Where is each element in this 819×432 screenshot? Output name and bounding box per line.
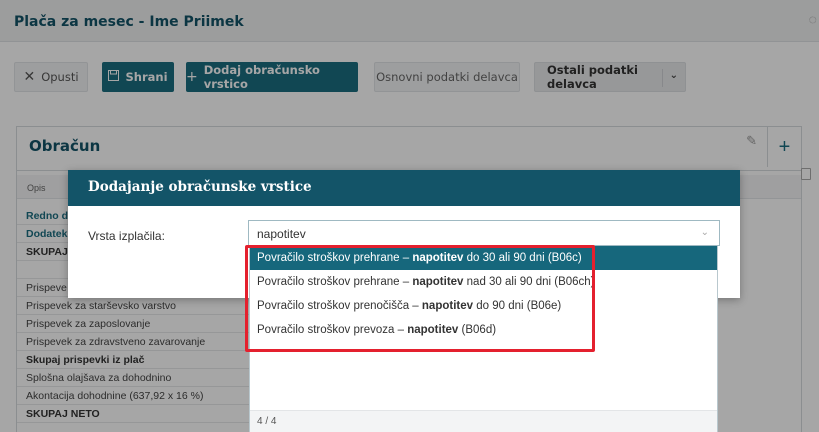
- dialog-header: Dodajanje obračunske vrstice: [68, 170, 740, 206]
- payment-type-input[interactable]: napotitev: [257, 227, 306, 241]
- payment-type-label: Vrsta izplačila:: [88, 229, 165, 243]
- payment-type-select[interactable]: napotitev ⌄: [248, 220, 720, 246]
- dialog-title: Dodajanje obračunske vrstice: [88, 179, 312, 195]
- result-count: 4 / 4: [250, 410, 717, 432]
- chevron-down-icon[interactable]: ⌄: [701, 227, 709, 238]
- highlight-box: [245, 245, 595, 352]
